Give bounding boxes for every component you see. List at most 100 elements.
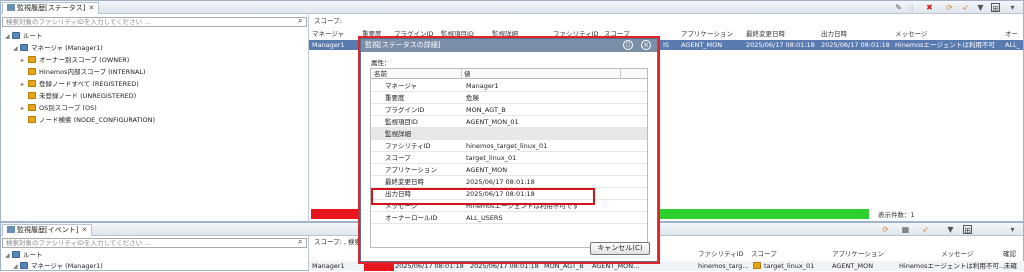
scope-icon xyxy=(28,80,36,87)
status-bar-critical xyxy=(311,209,363,219)
cell-application: AGENT_MON xyxy=(832,262,874,270)
col-output-time[interactable]: 出力日時 xyxy=(821,29,847,39)
restore-icon[interactable]: ◻ xyxy=(623,40,633,50)
facility-search-input[interactable]: 検索対象のファシリティIDを入力してください ... xyxy=(2,17,307,27)
cell-output: 2025/06/17 08:01:18 xyxy=(821,41,890,49)
close-icon[interactable]: ✕ xyxy=(81,226,87,234)
col-application[interactable]: アプリケーション xyxy=(681,29,733,39)
tree-node-unregistered[interactable]: 未登録ノード (UNREGISTERED) xyxy=(21,91,136,101)
search-icon[interactable]: ⌕ xyxy=(298,237,302,247)
attribute-table-header: 名前 値 xyxy=(371,69,647,79)
run-icon[interactable]: ➶ xyxy=(961,3,970,12)
top-tabbar: 監視履歴[ステータス] ✕ ✎ ▯ ✖ ⟳ ➶ ▼ ⊞ ▾ xyxy=(1,1,1023,14)
facility-search-input[interactable]: 検索対象のファシリティIDを入力してください ... xyxy=(2,238,307,248)
scope-label: スコープ: xyxy=(314,17,342,25)
col-owner[interactable]: オー xyxy=(1005,29,1018,39)
cell-application: AGENT_MON xyxy=(681,41,723,49)
cell-plugin: MON_AGT_B xyxy=(544,262,584,270)
delete-icon[interactable]: ✖ xyxy=(925,3,934,12)
monitor-icon xyxy=(7,226,15,233)
filter-icon[interactable]: ▼ xyxy=(946,225,955,234)
refresh-icon[interactable]: ⟳ xyxy=(881,225,890,234)
cell-facility: hinemos_targ... xyxy=(698,262,749,270)
attributes-label: 属性： xyxy=(371,59,391,67)
cell-manager: Manager1 xyxy=(312,41,345,49)
attribute-table: 名前 値 マネージャ Manager1 重要度 危険 プラグインID MON_AGT_… xyxy=(370,68,648,248)
attribute-row[interactable]: 最終変更日時 2025/06/17 08:01:18 xyxy=(371,176,647,188)
manager-icon xyxy=(20,44,28,51)
tree-toggle-icon[interactable]: ⊞ xyxy=(991,3,1000,13)
scope-icon xyxy=(28,104,36,111)
cell-facility: IS xyxy=(663,41,670,49)
cell-owner: ALL_ xyxy=(1005,41,1020,49)
col-message[interactable]: メッセージ xyxy=(895,29,927,39)
dialog-title-bar[interactable]: 監視[ステータスの詳細] xyxy=(361,39,657,52)
filter-icon[interactable]: ▼ xyxy=(976,3,985,12)
search-icon[interactable]: ⌕ xyxy=(298,16,302,26)
cancel-button[interactable]: キャンセル(C) xyxy=(590,242,650,255)
scope-icon xyxy=(28,56,36,63)
tab-status-history[interactable]: 監視履歴[ステータス] ✕ xyxy=(2,2,100,14)
tree-node-owner[interactable]: ▸ オーナー別スコープ (OWNER) xyxy=(21,55,129,65)
close-icon[interactable]: × xyxy=(641,40,651,50)
doc-icon[interactable]: ▯ xyxy=(907,3,916,12)
col-facility-id[interactable]: ファシリティID xyxy=(698,249,744,259)
attribute-row[interactable]: オーナーロールID ALL_USERS xyxy=(371,212,647,224)
scope-icon xyxy=(28,116,36,123)
message-highlight xyxy=(371,188,595,205)
attribute-group-row[interactable]: 監視詳細 xyxy=(371,128,647,140)
monitor-icon xyxy=(7,4,15,11)
cell-last-changed: 2025/06/17 08:01:18 xyxy=(746,41,815,49)
attribute-row[interactable]: ファシリティID hinemos_target_linux_01 xyxy=(371,140,647,152)
tree-node-registered[interactable]: ▸ 登録ノードすべて (REGISTERED) xyxy=(21,79,139,89)
col-confirm[interactable]: 確認 xyxy=(1003,249,1016,259)
attribute-row[interactable]: 重要度 危険 xyxy=(371,92,647,104)
tree-node-node-config[interactable]: ノード検索 (NODE_CONFIGURATION) xyxy=(21,115,155,125)
menu-icon[interactable]: ▾ xyxy=(1008,3,1017,12)
tree-node-os[interactable]: ▸ OS別スコープ (OS) xyxy=(21,103,97,113)
cell-monitor: AGENT_MON... xyxy=(592,262,640,270)
scope-icon xyxy=(753,262,761,269)
dialog-title: 監視[ステータスの詳細] xyxy=(365,41,441,49)
tab-label: 監視履歴[ステータス] xyxy=(17,4,86,12)
scope-icon xyxy=(28,68,36,75)
status-bar-info xyxy=(659,209,869,219)
col-value[interactable]: 値 xyxy=(464,69,471,79)
tree-node-root[interactable]: ◢ ルート xyxy=(5,250,43,260)
priority-critical xyxy=(364,261,394,271)
col-scope[interactable]: スコープ xyxy=(751,249,777,259)
cell-output: 2025/06/17 08:01:18 xyxy=(470,262,539,270)
attribute-row[interactable]: スコープ target_linux_01 xyxy=(371,152,647,164)
refresh-icon[interactable]: ⟳ xyxy=(945,3,954,12)
cell-confirm: 未確 xyxy=(1004,262,1017,270)
attribute-row[interactable]: マネージャ Manager1 xyxy=(371,80,647,92)
folder-icon xyxy=(12,32,20,39)
cell-message: Hinemosエージェントは利用不可 xyxy=(895,41,995,49)
tree-node-root[interactable]: ◢ ルート xyxy=(5,31,43,41)
cell-scope: target_linux_01 xyxy=(764,262,815,270)
attribute-row[interactable]: 監視項目ID AGENT_MON_01 xyxy=(371,116,647,128)
close-icon[interactable]: ✕ xyxy=(88,4,94,12)
tree-node-manager[interactable]: ◢ マネージャ (Manager1) xyxy=(13,43,103,53)
tree-node-internal[interactable]: Hinemos内部スコープ (INTERNAL) xyxy=(21,67,146,77)
scope-label: スコープ: , 検索 xyxy=(314,238,361,246)
col-application[interactable]: アプリケーション xyxy=(832,249,884,259)
cell-manager: Manager1 xyxy=(312,262,345,270)
manager-icon xyxy=(20,262,28,269)
tree-toggle-icon[interactable]: ⊞ xyxy=(963,225,972,235)
attribute-row[interactable]: プラグインID MON_AGT_B xyxy=(371,104,647,116)
cell-received: 2025/06/17 08:01:18 xyxy=(395,262,464,270)
col-name[interactable]: 名前 xyxy=(374,69,387,79)
col-last-changed[interactable]: 最終変更日時 xyxy=(746,29,785,39)
menu-icon[interactable]: ▾ xyxy=(1008,225,1017,234)
tab-event-history[interactable]: 監視履歴[イベント] ✕ xyxy=(2,224,93,236)
grid-icon[interactable]: ▦ xyxy=(901,225,910,234)
tree-node-manager[interactable]: ◢ マネージャ (Manager1) xyxy=(13,261,103,271)
col-manager[interactable]: マネージャ xyxy=(312,29,344,39)
run-icon[interactable]: ➶ xyxy=(921,225,930,234)
table-row[interactable]: Manager1 2025/06/17 08:01:18 2025/06/17 … xyxy=(309,261,1024,271)
status-detail-dialog: 監視[ステータスの詳細] ◻ × 属性： 名前 値 マネージャ Manager1 … xyxy=(360,38,658,262)
edit-icon[interactable]: ✎ xyxy=(894,3,903,12)
col-message[interactable]: メッセージ xyxy=(941,249,973,259)
attribute-row[interactable]: アプリケーション AGENT_MON xyxy=(371,164,647,176)
